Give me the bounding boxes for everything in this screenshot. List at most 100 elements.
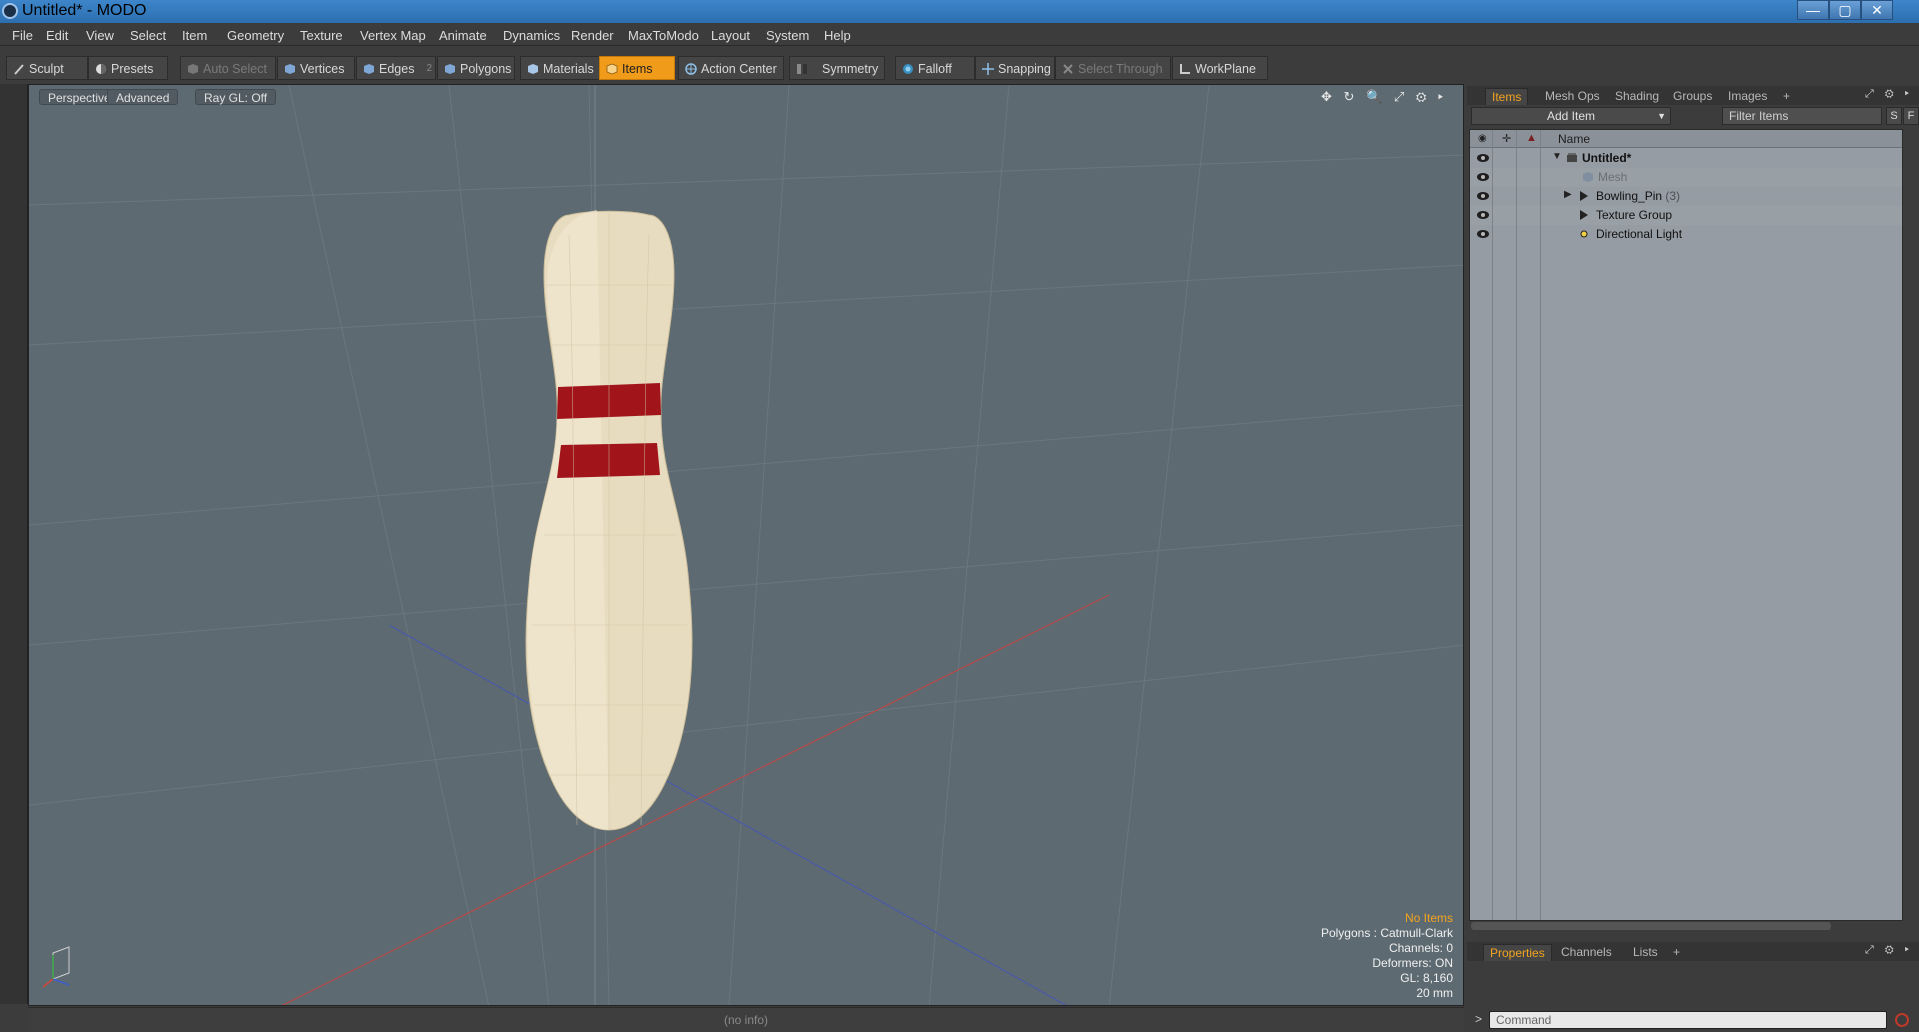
- menu-texture[interactable]: Texture: [300, 28, 343, 43]
- tree-label-texture-group: Texture Group: [1596, 208, 1673, 222]
- tree-row-scene[interactable]: ▼ Untitled*: [1470, 149, 1902, 168]
- add-tab-button[interactable]: +: [1777, 88, 1796, 105]
- falloff-label: Falloff: [918, 62, 952, 76]
- symmetry-button[interactable]: Symmetry: [789, 56, 885, 80]
- add-tab-button[interactable]: +: [1667, 944, 1686, 961]
- tree-row-directional-light[interactable]: Directional Light: [1470, 225, 1902, 244]
- lock-column-icon[interactable]: ✛: [1502, 132, 1511, 145]
- tab-properties[interactable]: Properties: [1483, 944, 1552, 961]
- vertices-button[interactable]: Vertices: [277, 56, 355, 80]
- select-through-button[interactable]: Select Through: [1055, 56, 1171, 80]
- polygons-button[interactable]: Polygons: [437, 56, 515, 80]
- tree-row-mesh[interactable]: Mesh: [1470, 168, 1902, 187]
- selection-info: No Items: [1404, 911, 1453, 925]
- eye-icon[interactable]: [1477, 230, 1489, 238]
- tab-groups[interactable]: Groups: [1667, 88, 1718, 105]
- tab-shading[interactable]: Shading: [1609, 88, 1665, 105]
- presets-icon: [96, 64, 106, 74]
- filter-f-button[interactable]: F: [1903, 107, 1919, 125]
- tree-label-bowling-pin: Bowling_Pin (3): [1596, 189, 1680, 203]
- menu-help[interactable]: Help: [824, 28, 851, 43]
- panel-options-icon[interactable]: ⤢ ⚙ ▸: [1865, 88, 1913, 101]
- sculpt-button[interactable]: Sculpt: [6, 56, 88, 80]
- eye-icon[interactable]: [1477, 154, 1489, 162]
- tab-channels[interactable]: Channels: [1555, 944, 1618, 961]
- menu-select[interactable]: Select: [130, 28, 166, 43]
- edges-icon: [364, 64, 374, 74]
- item-list-scrollbar[interactable]: [1471, 922, 1831, 930]
- menu-view[interactable]: View: [86, 28, 114, 43]
- scale-info: 20 mm: [1416, 986, 1453, 1000]
- light-icon: [1580, 230, 1588, 238]
- expand-arrow-icon[interactable]: ▶: [1564, 189, 1572, 200]
- filter-items-input[interactable]: Filter Items: [1722, 107, 1882, 125]
- tree-row-texture-group[interactable]: Texture Group: [1470, 206, 1902, 225]
- column-divider: [1492, 130, 1493, 920]
- menu-dynamics[interactable]: Dynamics: [503, 28, 560, 43]
- panel-options-icon[interactable]: ⤢ ⚙ ▸: [1865, 944, 1913, 957]
- tab-mesh-ops[interactable]: Mesh Ops: [1539, 88, 1606, 105]
- edges-button[interactable]: Edges 2: [356, 56, 436, 80]
- maximize-button[interactable]: ▢: [1829, 0, 1861, 20]
- menu-item[interactable]: Item: [182, 28, 207, 43]
- menu-geometry[interactable]: Geometry: [227, 28, 284, 43]
- tree-row-bowling-pin[interactable]: ▶ Bowling_Pin (3): [1470, 187, 1902, 206]
- eye-icon[interactable]: [1477, 211, 1489, 219]
- select-through-label: Select Through: [1078, 62, 1163, 76]
- render-column-icon[interactable]: ▲: [1526, 132, 1537, 144]
- command-input[interactable]: Command: [1489, 1011, 1887, 1029]
- add-item-dropdown[interactable]: Add Item ▼: [1471, 107, 1671, 125]
- tab-lists[interactable]: Lists: [1627, 944, 1664, 961]
- menu-file[interactable]: File: [12, 28, 33, 43]
- workplane-button[interactable]: WorkPlane: [1172, 56, 1268, 80]
- snapping-button[interactable]: Snapping: [975, 56, 1055, 80]
- visibility-column-icon[interactable]: ◉: [1478, 133, 1487, 144]
- name-column-header[interactable]: Name: [1558, 132, 1590, 146]
- menu-maxtomodo[interactable]: MaxToModo: [628, 28, 699, 43]
- texture-group-icon: [1580, 210, 1588, 220]
- item-list[interactable]: ◉ ✛ ▲ Name ▼ Untitled* Mesh ▶ Bowling_Pi…: [1469, 129, 1903, 921]
- menu-animate[interactable]: Animate: [439, 28, 487, 43]
- column-divider: [1540, 130, 1541, 920]
- auto-select-button[interactable]: Auto Select: [180, 56, 276, 80]
- items-button[interactable]: Items: [599, 56, 675, 80]
- 3d-viewport[interactable]: Perspective Advanced Ray GL: Off ✥ ↻ 🔍 ⤢…: [28, 84, 1464, 1006]
- shading-mode-tab[interactable]: Advanced: [107, 89, 179, 105]
- right-panel: Items Mesh Ops Shading Groups Images + ⤢…: [1467, 84, 1919, 1032]
- presets-button[interactable]: Presets: [88, 56, 168, 80]
- bowling-pin-name: Bowling_Pin: [1596, 189, 1663, 203]
- menu-render[interactable]: Render: [571, 28, 614, 43]
- polygons-icon: [445, 64, 455, 74]
- raygl-tab[interactable]: Ray GL: Off: [195, 89, 277, 105]
- close-button[interactable]: ✕: [1861, 0, 1893, 20]
- left-tool-strip[interactable]: [0, 84, 28, 1004]
- snapping-icon: [982, 63, 994, 75]
- items-label: Items: [622, 62, 653, 76]
- symmetry-label: Symmetry: [822, 62, 879, 76]
- vertices-icon: [285, 64, 295, 74]
- falloff-button[interactable]: Falloff: [895, 56, 975, 80]
- eye-icon[interactable]: [1477, 192, 1489, 200]
- action-center-label: Action Center: [701, 62, 777, 76]
- collapse-arrow-icon[interactable]: ▼: [1552, 151, 1562, 162]
- eye-icon[interactable]: [1477, 173, 1489, 181]
- tab-images[interactable]: Images: [1722, 88, 1773, 105]
- items-icon: [606, 63, 618, 75]
- auto-select-label: Auto Select: [203, 62, 267, 76]
- menu-layout[interactable]: Layout: [711, 28, 750, 43]
- command-bar: > Command: [1467, 1008, 1919, 1032]
- viewport-grid: [29, 85, 1463, 1005]
- action-center-button[interactable]: Action Center: [678, 56, 784, 80]
- record-macro-icon[interactable]: [1895, 1013, 1909, 1027]
- menu-vertex-map[interactable]: Vertex Map: [360, 28, 426, 43]
- menu-edit[interactable]: Edit: [46, 28, 68, 43]
- materials-button[interactable]: Materials: [520, 56, 600, 80]
- filter-s-button[interactable]: S: [1886, 107, 1902, 125]
- deformers-info: Deformers: ON: [1372, 956, 1453, 970]
- viewport-nav-icons[interactable]: ✥ ↻ 🔍 ⤢ ⚙ ▸: [1321, 89, 1447, 105]
- status-bar: (no info): [28, 1007, 1464, 1032]
- menu-system[interactable]: System: [766, 28, 809, 43]
- polygons-info: Polygons : Catmull-Clark: [1320, 926, 1453, 940]
- minimize-button[interactable]: —: [1797, 0, 1829, 20]
- tab-items[interactable]: Items: [1485, 88, 1529, 105]
